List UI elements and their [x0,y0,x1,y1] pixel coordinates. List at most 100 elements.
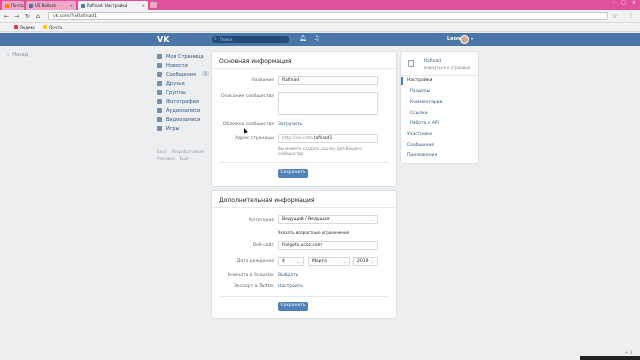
menu-item-my-page[interactable]: Моя Страница [157,52,209,61]
bookmark-mail[interactable]: Почта [43,25,62,30]
save-basic-button[interactable]: Сохранить [278,169,308,178]
active-indicator [401,77,403,85]
address-label: Адрес страницы [235,136,274,141]
menu-item-label: Видеозаписи [166,116,201,123]
new-tab-button[interactable] [150,2,157,8]
reload-icon[interactable]: ↻ [25,13,30,20]
footer-link-ads[interactable]: Реклама [157,156,175,161]
menu-item-label: Сообщения [166,71,197,78]
user-name[interactable]: Leon [447,36,461,42]
left-menu: Моя Страница Новости Сообщения 1 Друзья Г… [157,52,209,133]
vk-logo[interactable]: VK [157,35,169,44]
settings-menu: Rafinad вернуться к странице Настройки Р… [401,52,478,163]
tab-label: Rafinad: Настройки [87,3,128,8]
menu-icon[interactable]: ⋮ [628,12,634,19]
twitter-setup-link[interactable]: Настроить [278,284,303,289]
menu-item-messages[interactable]: Сообщения 1 [157,70,209,79]
description-textarea[interactable] [278,92,378,115]
menu-item-games[interactable]: Игры [157,124,209,133]
tab-label: US Bullock [35,3,57,8]
back-link-label: Назад [12,52,29,58]
group-header[interactable]: Rafinad вернуться к странице [407,57,477,74]
category-value: Ведущий / Ведущая [282,217,330,222]
menu-item-label: Группы [166,89,186,96]
home-icon[interactable]: ⌂ [36,13,40,20]
settings-item-comments[interactable]: Комментарии [410,100,443,105]
snapster-label: Комната в Snapster [228,273,274,278]
group-icon [408,60,414,67]
bell-icon[interactable]: 🔔︎ [299,35,307,42]
close-icon[interactable]: × [70,3,73,8]
browser-tab-mail[interactable]: Почта [2,1,24,10]
save-extra-button[interactable]: Сохранить [278,302,308,311]
bookmark-yandex[interactable]: Яндекс [14,25,35,30]
footer-link-blog[interactable]: Блог [157,149,167,154]
menu-item-label: Друзья [166,80,185,87]
menu-item-label: Моя Страница [166,53,204,60]
settings-item-api[interactable]: Работа с API [410,121,439,126]
search-icon: ⌕ [214,36,217,42]
music-icon[interactable]: ♫ [314,35,319,42]
maximize-icon[interactable]: □ [621,0,626,7]
settings-item-members[interactable]: Участники [407,132,432,137]
menu-item-video[interactable]: Видеозаписи [157,115,209,124]
back-arrow-icon[interactable]: ← [4,13,9,20]
avatar[interactable] [460,35,469,44]
footer-link-more[interactable]: Ещё [180,156,189,161]
basic-info-title: Основная информация [219,58,292,65]
bookmark-label: Яндекс [20,24,36,30]
menu-item-news[interactable]: Новости [157,61,209,70]
settings-item-sections[interactable]: Разделы [410,89,430,94]
chevron-down-icon: ⌄ [370,259,374,264]
menu-item-photos[interactable]: Фотографии [157,97,209,106]
divider [212,68,396,69]
friends-icon [157,81,162,86]
close-window-icon[interactable]: × [632,0,636,7]
settings-item-messages[interactable]: Сообщения [407,143,434,148]
address-input[interactable]: http://vk.com/rafinad1 [278,134,378,143]
upload-cover-link[interactable]: Загрузить [278,122,302,127]
divider [212,207,396,208]
news-icon [157,63,162,68]
home-icon [157,54,162,59]
bookmark-label: Почта [49,24,62,30]
month-select[interactable]: Марта ⌄ [308,257,350,266]
menu-item-friends[interactable]: Друзья [157,79,209,88]
url-input[interactable]: vk.com/?ixRafinad1 [48,12,608,20]
divider [401,75,478,76]
window-controls: – □ × [613,0,636,7]
address-hint: Вы можете создать ссылку для Вашего сооб… [278,146,362,156]
star-icon[interactable]: ☆ [612,13,617,20]
video-icon [157,117,162,122]
menu-item-label: Новости [166,62,188,69]
name-label: Название [251,78,274,83]
minimize-icon[interactable]: – [613,0,616,7]
browser-tab-rafinad[interactable]: Rafinad: Настройки × [78,1,148,10]
snapster-choose-link[interactable]: Выбрать [278,273,298,278]
search-input[interactable]: ⌕ Поиск [212,36,289,43]
forward-arrow-icon[interactable]: → [14,13,19,20]
year-select[interactable]: 2019 ⌄ [353,257,378,266]
name-input[interactable]: Rafinad [278,76,378,85]
menu-item-audio[interactable]: Аудиозаписи [157,106,209,115]
category-select[interactable]: Ведущий / Ведущая ⌄ [278,215,378,224]
footer-link-developers[interactable]: Разработчикам [172,149,204,154]
age-limit-link[interactable]: Указать возрастные ограничения [278,230,349,235]
zoom-indicator[interactable]: + 3 [625,350,632,355]
settings-item-links[interactable]: Ссылки [410,111,428,116]
chevron-down-icon[interactable]: ▾ [471,36,473,41]
return-to-page-link[interactable]: вернуться к странице [424,65,471,70]
website-input[interactable]: frolgets.ucoz.com [278,241,378,250]
close-icon[interactable]: × [142,3,145,8]
back-link[interactable]: ‹ Назад [7,52,28,58]
settings-item-apps[interactable]: Приложения [407,153,437,158]
category-label: Категория [249,218,274,223]
taskbar-strip [580,356,640,360]
menu-item-label: Игры [166,125,180,132]
bookmarks-bar: Яндекс Почта [0,23,640,32]
settings-item-settings[interactable]: Настройки [407,78,432,83]
menu-item-groups[interactable]: Группы [157,88,209,97]
browser-tab-us-bullock[interactable]: US Bullock × [26,1,76,10]
day-select[interactable]: 4 ⌄ [278,257,304,266]
games-icon [157,126,162,131]
